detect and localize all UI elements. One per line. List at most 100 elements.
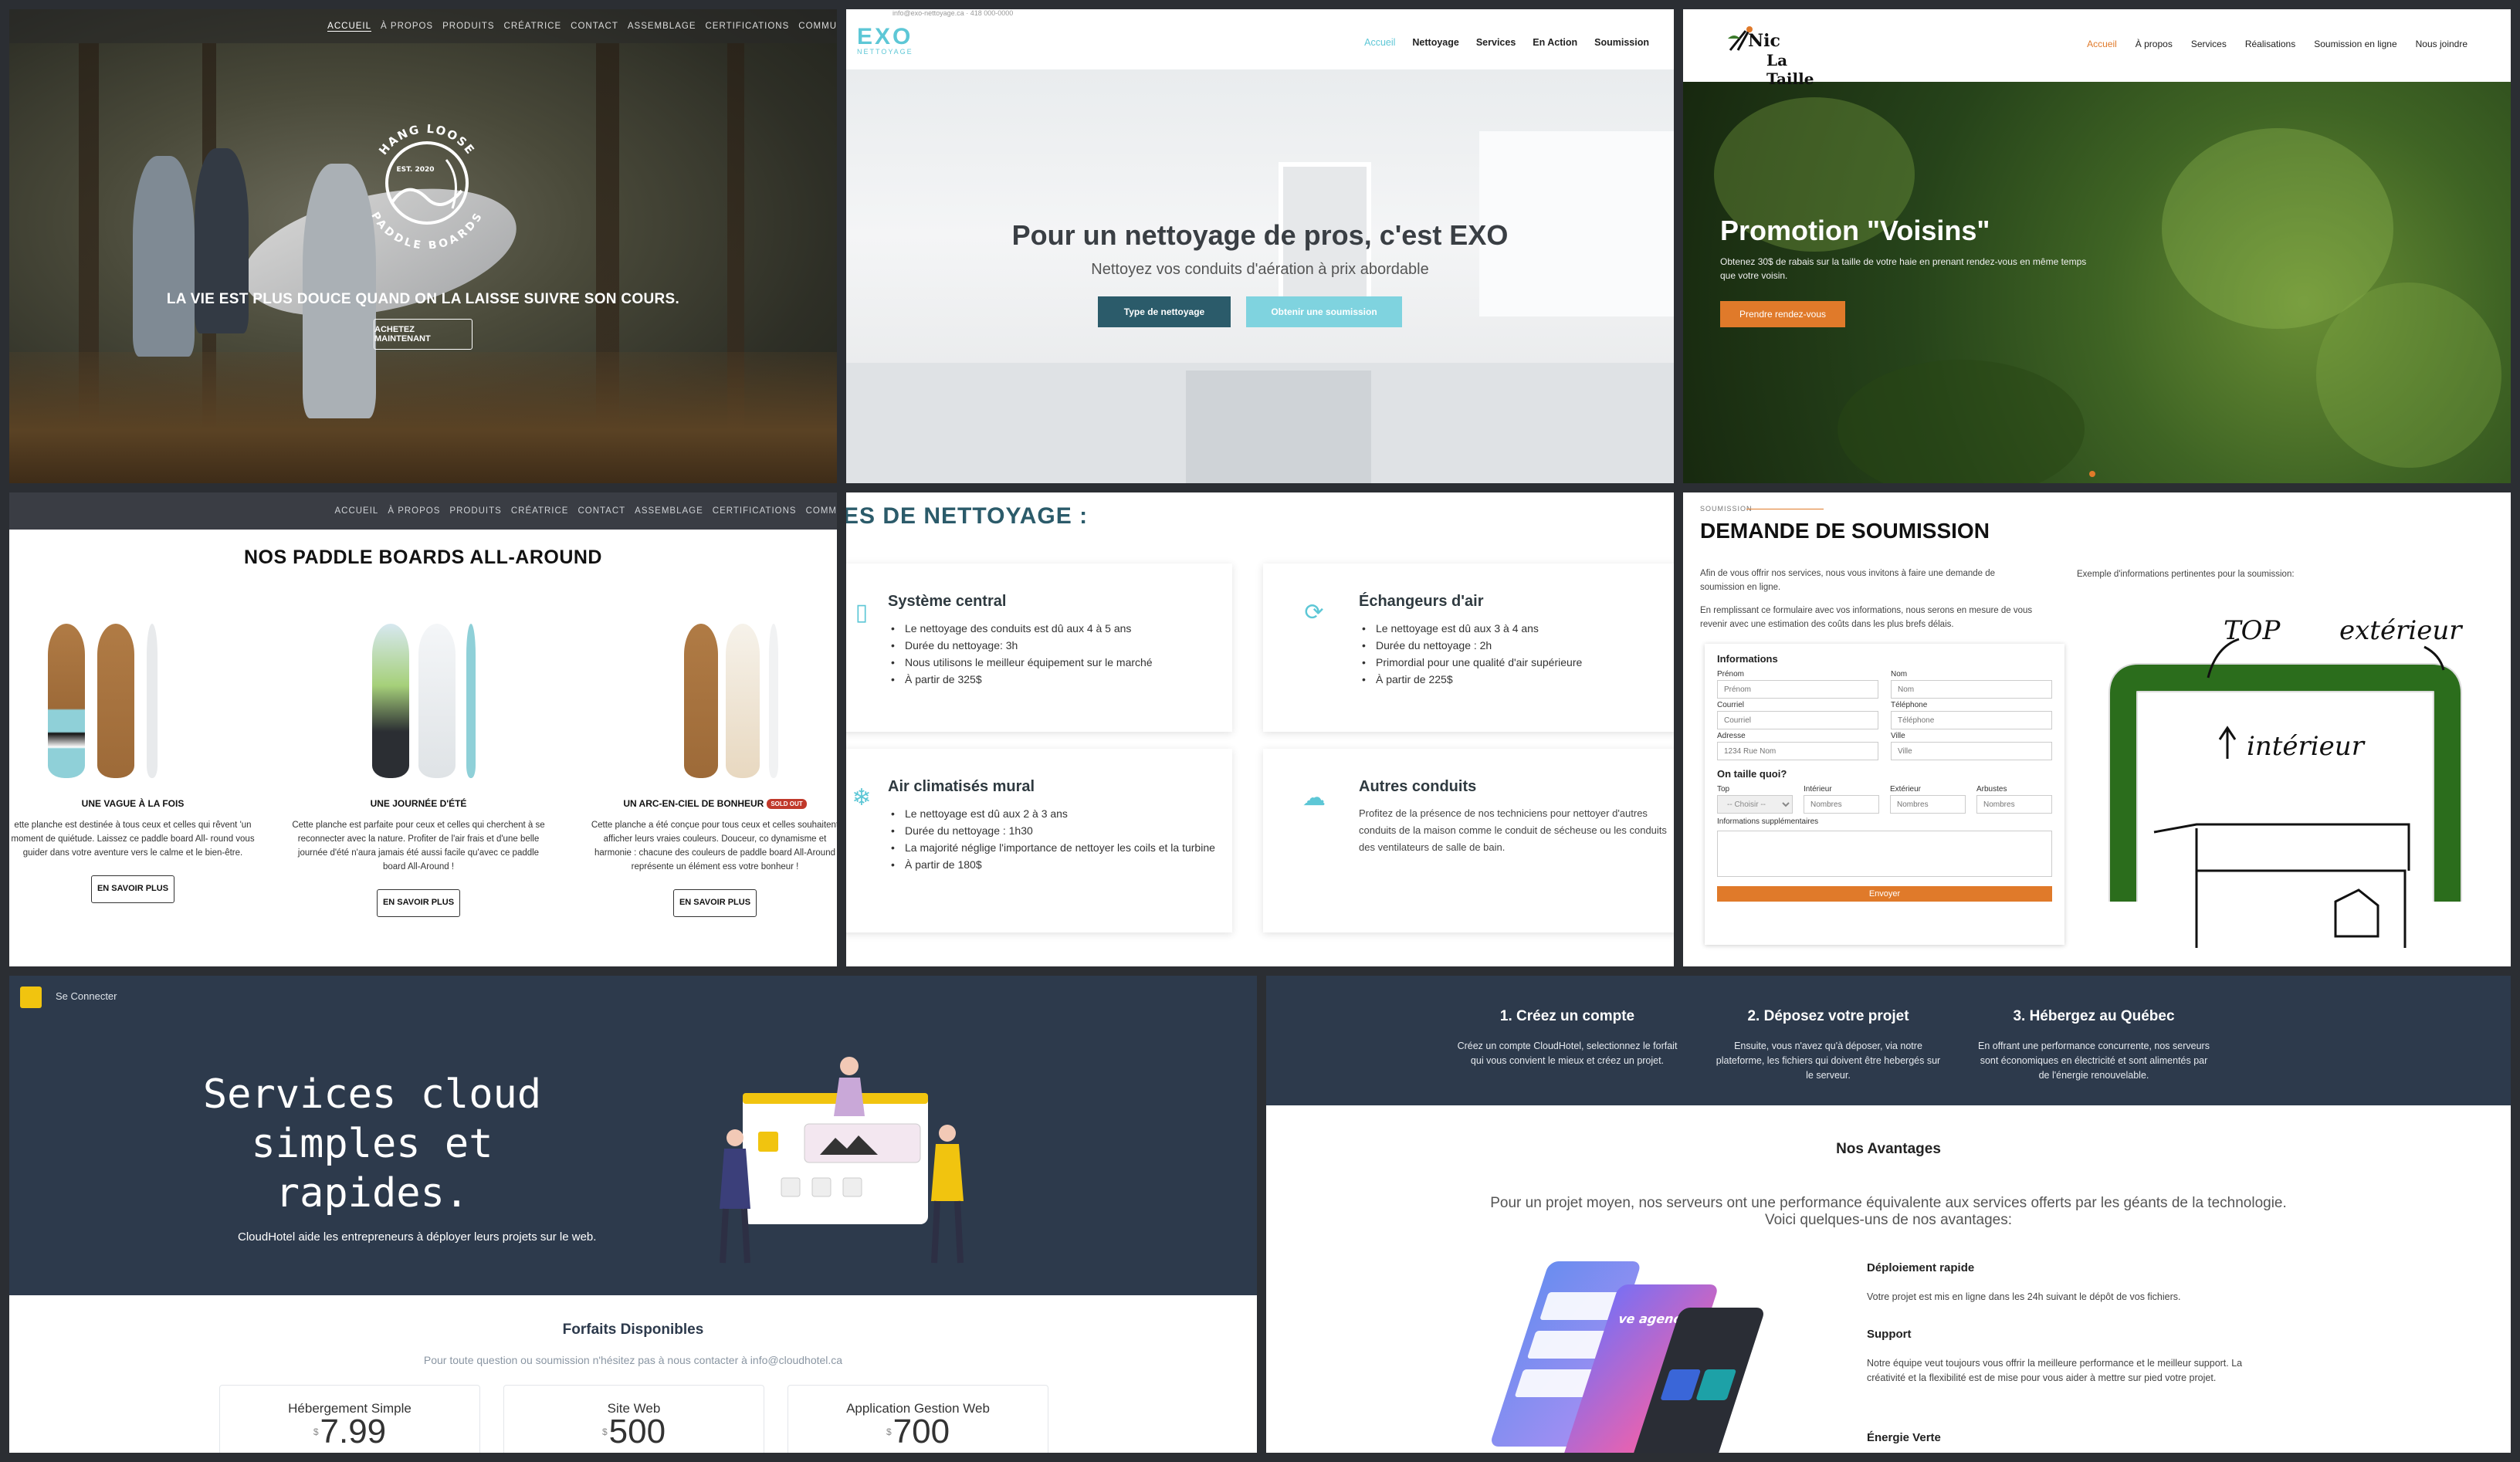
vent-icon: ▯ bbox=[855, 600, 869, 625]
nav-certifications[interactable]: CERTIFICATIONS bbox=[706, 22, 790, 31]
field-label: Ville bbox=[1891, 732, 1905, 740]
product-card: UNE JOURNÉE D'ÉTÉ Cette planche est parf… bbox=[287, 608, 550, 917]
nav-creatrice[interactable]: CRÉATRICE bbox=[504, 22, 562, 31]
service-card: ❄ Air climatisés mural Le nettoyage est … bbox=[846, 749, 1232, 932]
plan-card[interactable]: Application Gestion Web $700 bbox=[788, 1385, 1048, 1453]
shrubs-input[interactable] bbox=[1976, 795, 2052, 814]
nav-nous-joindre[interactable]: Nous joindre bbox=[2416, 39, 2468, 49]
product-image bbox=[584, 608, 837, 778]
people-dashboard-illustration bbox=[720, 1057, 964, 1264]
slider-dot[interactable] bbox=[2089, 471, 2095, 477]
nav-a-propos[interactable]: À propos bbox=[2136, 39, 2173, 49]
hero-section: Services cloud simples et rapides. Cloud… bbox=[9, 1016, 1257, 1295]
hero-subtitle: Nettoyez vos conduits d'aération à prix … bbox=[1091, 261, 1429, 278]
nav-accueil[interactable]: Accueil bbox=[1364, 37, 1395, 48]
hero-subtitle: CloudHotel aide les entrepreneurs à dépl… bbox=[238, 1230, 597, 1244]
board-image bbox=[726, 624, 760, 778]
hero-title-line: rapides. bbox=[275, 1170, 469, 1217]
service-point: Le nettoyage des conduits est dû aux 4 à… bbox=[888, 620, 1232, 637]
learn-more-button[interactable]: EN SAVOIR PLUS bbox=[91, 875, 174, 903]
nav-realisations[interactable]: Réalisations bbox=[2245, 39, 2295, 49]
extra-info-textarea[interactable] bbox=[1717, 831, 2052, 877]
exo-header: info@exo-nettoyage.ca · 418 000-0000 EXO… bbox=[846, 9, 1674, 69]
nictaille-header: Nic La Taille Accueil À propos Services … bbox=[1683, 9, 2511, 88]
nav-accueil[interactable]: Accueil bbox=[2087, 39, 2117, 49]
cloudhotel-logo-icon[interactable] bbox=[20, 987, 42, 1008]
nav-services[interactable]: Services bbox=[1476, 37, 1516, 48]
hedge-hero-image bbox=[1683, 82, 2511, 483]
send-button[interactable]: Envoyer bbox=[1717, 886, 2052, 902]
sign-in-link[interactable]: Se Connecter bbox=[56, 990, 117, 1002]
top-select[interactable]: -- Choisir -- bbox=[1717, 795, 1793, 814]
phone-input[interactable] bbox=[1891, 711, 2052, 729]
board-image bbox=[372, 624, 409, 778]
service-point: Durée du nettoyage : 2h bbox=[1359, 637, 1674, 654]
logo-est-text: EST. 2020 bbox=[396, 166, 434, 174]
board-image bbox=[97, 624, 134, 778]
last-name-input[interactable] bbox=[1891, 680, 2052, 699]
exterior-input[interactable] bbox=[1890, 795, 1966, 814]
nav-a-propos[interactable]: À PROPOS bbox=[381, 22, 433, 31]
logo-line1: Nic bbox=[1748, 31, 1780, 51]
nav-accueil[interactable]: ACCUEIL bbox=[334, 506, 378, 516]
nav-contact[interactable]: CONTACT bbox=[578, 506, 625, 516]
field-label: Prénom bbox=[1717, 670, 1745, 679]
product-desc: Cette planche a été conçue pour tous ceu… bbox=[591, 821, 837, 872]
nav-a-propos[interactable]: À PROPOS bbox=[388, 506, 440, 516]
nav-produits[interactable]: PRODUITS bbox=[449, 506, 501, 516]
feature-text: Votre projet est mis en ligne dans les 2… bbox=[1867, 1291, 2181, 1302]
plan-price: $7.99 bbox=[220, 1415, 479, 1449]
nav-assemblage[interactable]: ASSEMBLAGE bbox=[628, 22, 696, 31]
person-image bbox=[133, 156, 195, 357]
get-quote-button[interactable]: Obtenir une soumission bbox=[1246, 296, 1402, 327]
nictaille-nav: Accueil À propos Services Réalisations S… bbox=[2087, 39, 2468, 49]
nav-assemblage[interactable]: ASSEMBLAGE bbox=[635, 506, 703, 516]
field-label: Arbustes bbox=[1976, 785, 2007, 794]
cloudhotel-steps-panel: 1. Créez un compte Créez un compte Cloud… bbox=[1266, 976, 2511, 1453]
product-name: UN ARC-EN-CIEL DE BONHEUR SOLD OUT bbox=[584, 798, 837, 810]
step-text: En offrant une performance concurrente, … bbox=[1978, 1041, 2210, 1081]
nav-soumission[interactable]: Soumission bbox=[1594, 37, 1649, 48]
plan-card[interactable]: Hébergement Simple $7.99 bbox=[219, 1385, 480, 1453]
nictaille-logo[interactable]: Nic La Taille bbox=[1726, 20, 1834, 88]
section-title: ES DE NETTOYAGE : bbox=[846, 503, 1089, 529]
plan-amount: 700 bbox=[892, 1413, 950, 1450]
nav-nettoyage[interactable]: Nettoyage bbox=[1412, 37, 1458, 48]
step-card: 3. Hébergez au Québec En offrant une per… bbox=[1978, 1008, 2210, 1083]
feature-title: Énergie Verte bbox=[1867, 1431, 1941, 1444]
product-card: UN ARC-EN-CIEL DE BONHEUR SOLD OUT Cette … bbox=[584, 608, 837, 918]
book-appointment-button[interactable]: Prendre rendez-vous bbox=[1720, 301, 1845, 327]
email-input[interactable] bbox=[1717, 711, 1878, 729]
address-input[interactable] bbox=[1717, 742, 1878, 760]
service-point: Le nettoyage est dû aux 2 à 3 ans bbox=[888, 805, 1232, 822]
nav-communaute[interactable]: COMM bbox=[806, 506, 837, 516]
form-subtitle: On taille quoi? bbox=[1717, 768, 1787, 780]
feature-text: Notre équipe veut toujours vous offrir l… bbox=[1867, 1358, 2243, 1383]
nav-creatrice[interactable]: CRÉATRICE bbox=[511, 506, 569, 516]
learn-more-button[interactable]: EN SAVOIR PLUS bbox=[377, 889, 460, 917]
hero-title: Pour un nettoyage de pros, c'est EXO bbox=[1011, 219, 1509, 251]
nictaille-hero-panel: Nic La Taille Accueil À propos Services … bbox=[1683, 9, 2511, 483]
nav-accueil[interactable]: ACCUEIL bbox=[327, 22, 372, 32]
nav-soumission[interactable]: Soumission en ligne bbox=[2314, 39, 2396, 49]
nav-produits[interactable]: PRODUITS bbox=[442, 22, 494, 31]
nav-communaute[interactable]: COMMU bbox=[798, 22, 837, 31]
nav-certifications[interactable]: CERTIFICATIONS bbox=[713, 506, 797, 516]
exo-logo[interactable]: EXO NETTOYAGE bbox=[857, 25, 913, 56]
nav-services[interactable]: Services bbox=[2191, 39, 2227, 49]
cleaning-type-button[interactable]: Type de nettoyage bbox=[1098, 296, 1231, 327]
interior-input[interactable] bbox=[1804, 795, 1879, 814]
learn-more-button[interactable]: EN SAVOIR PLUS bbox=[673, 889, 757, 918]
logo-line2: La Taille bbox=[1766, 51, 1814, 88]
plans-title: Forfaits Disponibles bbox=[562, 1322, 704, 1338]
product-name: UNE VAGUE À LA FOIS bbox=[81, 798, 185, 809]
step-text: Créez un compte CloudHotel, selectionnez… bbox=[1457, 1041, 1678, 1066]
first-name-input[interactable] bbox=[1717, 680, 1878, 699]
service-point: À partir de 225$ bbox=[1359, 671, 1674, 688]
exo-logo-sub: NETTOYAGE bbox=[857, 48, 913, 56]
buy-now-button[interactable]: ACHETEZ MAINTENANT bbox=[374, 319, 472, 350]
plan-card[interactable]: Site Web $500 bbox=[503, 1385, 764, 1453]
nav-contact[interactable]: CONTACT bbox=[571, 22, 618, 31]
city-input[interactable] bbox=[1891, 742, 2052, 760]
nav-en-action[interactable]: En Action bbox=[1533, 37, 1577, 48]
